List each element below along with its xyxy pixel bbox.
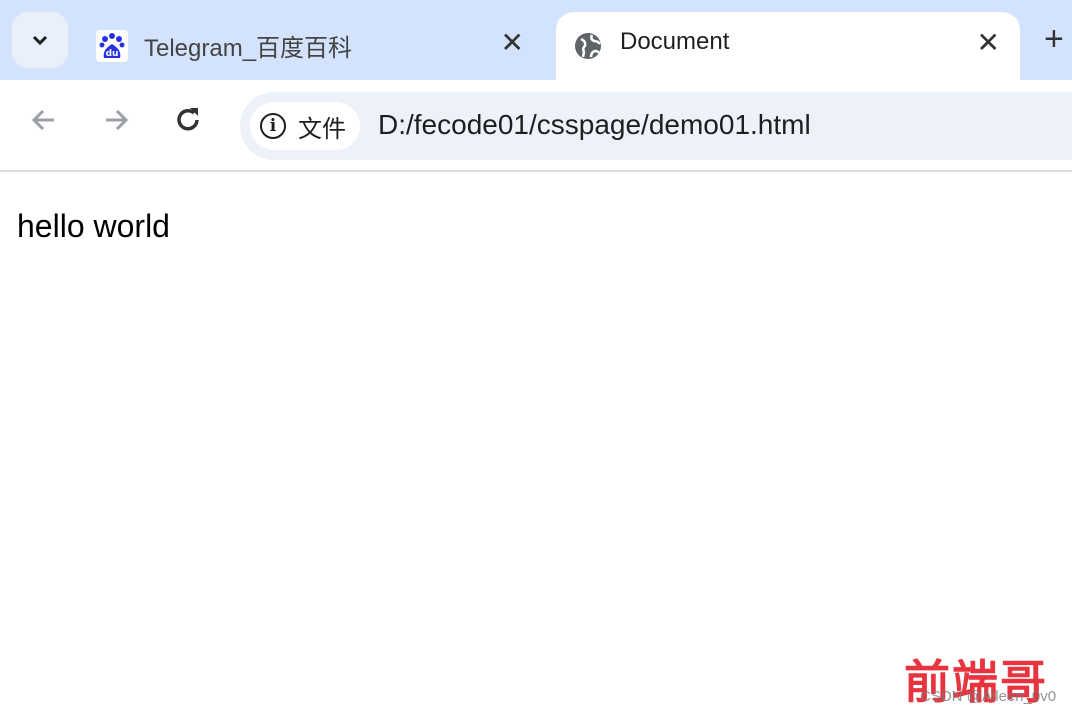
security-label: 文件 [298, 115, 346, 143]
site-info-button[interactable]: i 文件 [250, 102, 360, 150]
new-tab-button[interactable]: + [1044, 20, 1064, 59]
tab-document[interactable]: Document ✕ [556, 12, 1020, 80]
watermark-credit: CSDN @Aileen_0v0 [920, 688, 1057, 705]
back-icon[interactable] [28, 104, 60, 136]
tab-strip: du Telegram_百度百科 ✕ Document ✕ + [0, 0, 1072, 80]
globe-icon [575, 33, 602, 59]
url-text[interactable]: D:/fecode01/csspage/demo01.html [378, 109, 811, 141]
page-text: hello world [17, 208, 170, 244]
chevron-down-icon [32, 35, 48, 46]
tab-title: Document [620, 28, 730, 55]
svg-text:du: du [106, 49, 119, 59]
address-bar[interactable]: i 文件 D:/fecode01/csspage/demo01.html [240, 92, 1072, 160]
baidu-paw-icon: du [96, 30, 128, 62]
toolbar: i 文件 D:/fecode01/csspage/demo01.html [0, 80, 1072, 172]
forward-icon[interactable] [100, 104, 132, 136]
info-icon: i [260, 113, 286, 139]
reload-icon[interactable] [172, 104, 204, 136]
close-tab-icon[interactable]: ✕ [501, 26, 524, 59]
close-tab-icon[interactable]: ✕ [977, 26, 1000, 59]
tab-telegram[interactable]: du Telegram_百度百科 ✕ [80, 12, 544, 80]
tab-title: Telegram_百度百科 [144, 35, 353, 62]
tab-search-button[interactable] [12, 12, 68, 68]
